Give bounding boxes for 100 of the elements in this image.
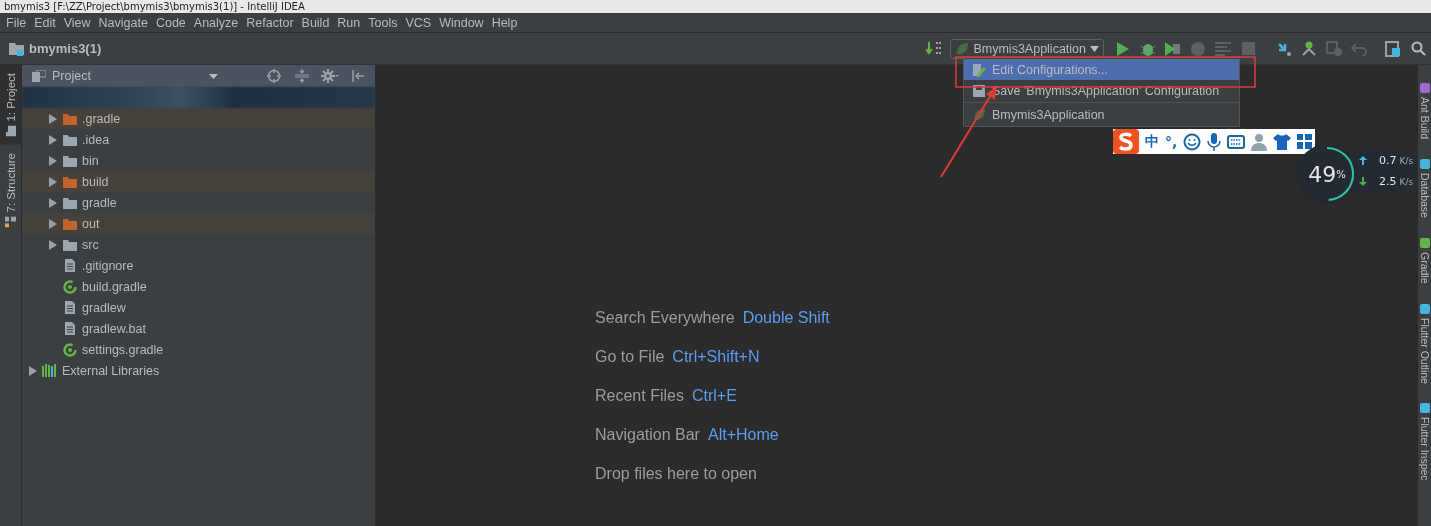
tree-item[interactable]: gradle bbox=[22, 192, 375, 213]
edit-icon bbox=[972, 62, 986, 77]
tree-item[interactable]: out bbox=[22, 213, 375, 234]
tool-window-tab[interactable]: Database bbox=[1418, 157, 1431, 220]
project-folder-icon bbox=[9, 41, 25, 56]
microphone-icon[interactable] bbox=[1207, 132, 1222, 151]
hide-icon bbox=[351, 69, 365, 83]
tool-window-tab[interactable]: Ant Build bbox=[1418, 81, 1431, 142]
tree-item[interactable]: build.gradle bbox=[22, 276, 375, 297]
ime-toggle[interactable]: 中 bbox=[1145, 132, 1159, 151]
folder-icon bbox=[63, 238, 77, 251]
hint-label: Drop files here to open bbox=[595, 465, 757, 483]
collapsed-arrow-icon[interactable] bbox=[48, 239, 58, 250]
shortcut-label: Double Shift bbox=[742, 309, 830, 327]
hint-label: Search Everywhere bbox=[595, 309, 735, 327]
tree-item[interactable]: External Libraries bbox=[22, 360, 375, 381]
hint-label: Go to File bbox=[595, 348, 665, 366]
tree-item[interactable]: gradlew.bat bbox=[22, 318, 375, 339]
leaf-icon bbox=[972, 107, 986, 122]
tree-item-label: settings.gradle bbox=[82, 342, 164, 357]
shirt-icon[interactable] bbox=[1273, 133, 1292, 150]
menu-item[interactable]: Analyze bbox=[189, 15, 243, 30]
grid-icon[interactable] bbox=[1297, 134, 1313, 149]
keyboard-icon[interactable] bbox=[1227, 134, 1246, 149]
hint-label: Recent Files bbox=[595, 387, 684, 405]
percent-sign: % bbox=[1336, 168, 1346, 180]
tool-window-tab[interactable]: 1: Project bbox=[0, 65, 21, 145]
library-icon bbox=[42, 364, 58, 377]
tree-item-label: External Libraries bbox=[62, 363, 160, 378]
smiley-icon[interactable] bbox=[1183, 132, 1202, 151]
tree-item[interactable]: .idea bbox=[22, 129, 375, 150]
file-icon bbox=[65, 301, 75, 314]
tool-icon bbox=[1419, 238, 1430, 248]
caret-icon bbox=[1090, 45, 1099, 52]
tree-item-label: out bbox=[82, 216, 100, 231]
folder-icon bbox=[63, 175, 77, 188]
tree-item-label: .gradle bbox=[82, 111, 121, 126]
tree-item[interactable]: .gradle bbox=[22, 108, 375, 129]
project-view-icon bbox=[32, 70, 46, 82]
tree-item[interactable]: bin bbox=[22, 150, 375, 171]
menu-item[interactable]: Navigate bbox=[94, 15, 152, 30]
collapsed-arrow-icon[interactable] bbox=[48, 197, 58, 208]
menu-item[interactable]: Bmymis3Application bbox=[964, 104, 1239, 125]
menu-item[interactable]: Window bbox=[435, 15, 488, 30]
tree-item[interactable]: gradlew bbox=[22, 297, 375, 318]
tool-window-tab[interactable]: Flutter Outline bbox=[1418, 301, 1431, 386]
download-speed: 2.5 bbox=[1379, 175, 1397, 188]
collapsed-arrow-icon[interactable] bbox=[48, 155, 58, 166]
tool-window-tab[interactable]: Flutter Inspec bbox=[1418, 401, 1431, 484]
folder-icon bbox=[63, 154, 77, 167]
menu-item[interactable]: Code bbox=[151, 15, 190, 30]
down-arrow-icon bbox=[1359, 177, 1367, 186]
tree-item[interactable]: build bbox=[22, 171, 375, 192]
upload-speed: 0.7 bbox=[1379, 154, 1397, 167]
collapsed-arrow-icon[interactable] bbox=[48, 218, 58, 229]
ime-toggle[interactable]: °, bbox=[1165, 133, 1178, 150]
shortcut-label: Alt+Home bbox=[707, 426, 779, 444]
collapsed-arrow-icon[interactable] bbox=[48, 134, 58, 145]
folder-icon bbox=[63, 112, 77, 125]
breadcrumb[interactable]: bmymis3(1) bbox=[29, 41, 102, 56]
menu-item[interactable]: Build bbox=[297, 15, 334, 30]
usage-percent: 49 bbox=[1308, 161, 1337, 187]
tree-item-label: gradlew.bat bbox=[82, 321, 146, 336]
menu-item[interactable]: Edit bbox=[30, 15, 60, 30]
window-title: bmymis3 [F:\ZZ\Project\bmymis3\bmymis3(1)] - IntelliJ IDEA bbox=[4, 0, 305, 13]
tree-item[interactable]: settings.gradle bbox=[22, 339, 375, 360]
hint-label: Navigation Bar bbox=[595, 426, 700, 444]
structure-icon bbox=[5, 216, 16, 228]
menu-item[interactable]: Run bbox=[333, 15, 365, 30]
tree-item-label: build.gradle bbox=[82, 279, 147, 294]
tree-item[interactable]: .gitignore bbox=[22, 255, 375, 276]
tree-item-label: .gitignore bbox=[82, 258, 134, 273]
menu-item[interactable]: File bbox=[2, 15, 31, 30]
collapsed-arrow-icon[interactable] bbox=[48, 176, 58, 187]
shortcut-label: Ctrl+Shift+N bbox=[672, 348, 760, 366]
tree-item-label: gradle bbox=[82, 195, 117, 210]
menu-item[interactable]: Refactor bbox=[242, 15, 298, 30]
gradle-icon bbox=[63, 342, 77, 357]
menu-item[interactable]: Tools bbox=[364, 15, 402, 30]
settings-button[interactable] bbox=[319, 66, 341, 86]
folder-icon bbox=[5, 125, 16, 137]
shortcut-label: Ctrl+E bbox=[691, 387, 737, 405]
tool-icon bbox=[1419, 303, 1430, 314]
leaf-icon bbox=[955, 41, 970, 56]
menu-item[interactable]: View bbox=[59, 15, 95, 30]
menu-item[interactable]: VCS bbox=[401, 15, 436, 30]
tree-item-label: bin bbox=[82, 153, 99, 168]
speed-unit: K/s bbox=[1399, 155, 1414, 166]
speed-unit: K/s bbox=[1399, 176, 1414, 187]
tool-window-tab[interactable]: Gradle bbox=[1418, 236, 1431, 286]
run-configuration-dropdown[interactable]: Bmymis3Application bbox=[950, 38, 1104, 59]
tree-item[interactable]: src bbox=[22, 234, 375, 255]
user-icon[interactable] bbox=[1251, 132, 1268, 151]
collapsed-arrow-icon[interactable] bbox=[48, 113, 58, 124]
menu-item[interactable]: Help bbox=[487, 15, 522, 30]
up-arrow-icon bbox=[1359, 156, 1367, 165]
tool-window-tab[interactable]: 7: Structure bbox=[0, 144, 21, 236]
tool-icon bbox=[1419, 403, 1430, 414]
collapsed-arrow-icon[interactable] bbox=[28, 365, 38, 376]
file-icon bbox=[65, 322, 75, 335]
